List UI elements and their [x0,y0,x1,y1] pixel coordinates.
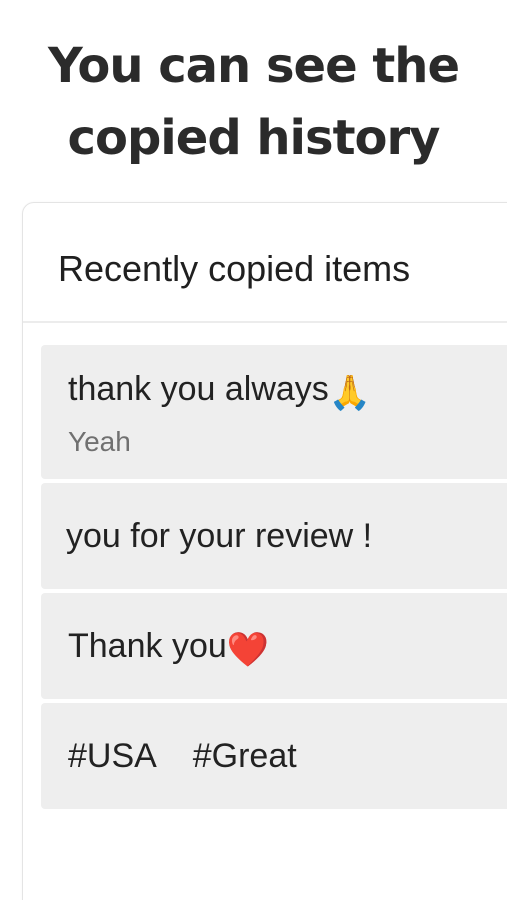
copied-item-text-content: Thank you [68,627,227,665]
copied-item-text-content: thank you always [68,370,329,408]
heart-icon: ❤️ [226,631,270,669]
panel-header: Recently copied items [23,203,507,323]
folded-hands-icon: 🙏 [328,374,372,412]
copied-item-text: #USA #Great [68,737,297,775]
panel-title: Recently copied items [58,248,411,289]
copied-item-text: thank you always🙏 [68,369,371,413]
copied-item[interactable]: Thank you❤️ [41,593,507,699]
copied-items-panel: Recently copied items thank you always🙏 … [22,202,507,900]
copied-item-subtitle: Yeah [68,426,131,457]
copied-item[interactable]: #USA #Great [41,703,507,809]
copied-item[interactable]: thank you always🙏 Yeah [41,345,507,479]
copied-item-text: you for your review ! [66,517,373,555]
copied-item-text: Thank you❤️ [68,626,269,670]
headline-line-1: You can see the [48,38,460,94]
headline: You can see the copied history [0,30,507,174]
headline-line-2: copied history [67,110,441,166]
copied-item[interactable]: you for your review ! [41,483,507,589]
